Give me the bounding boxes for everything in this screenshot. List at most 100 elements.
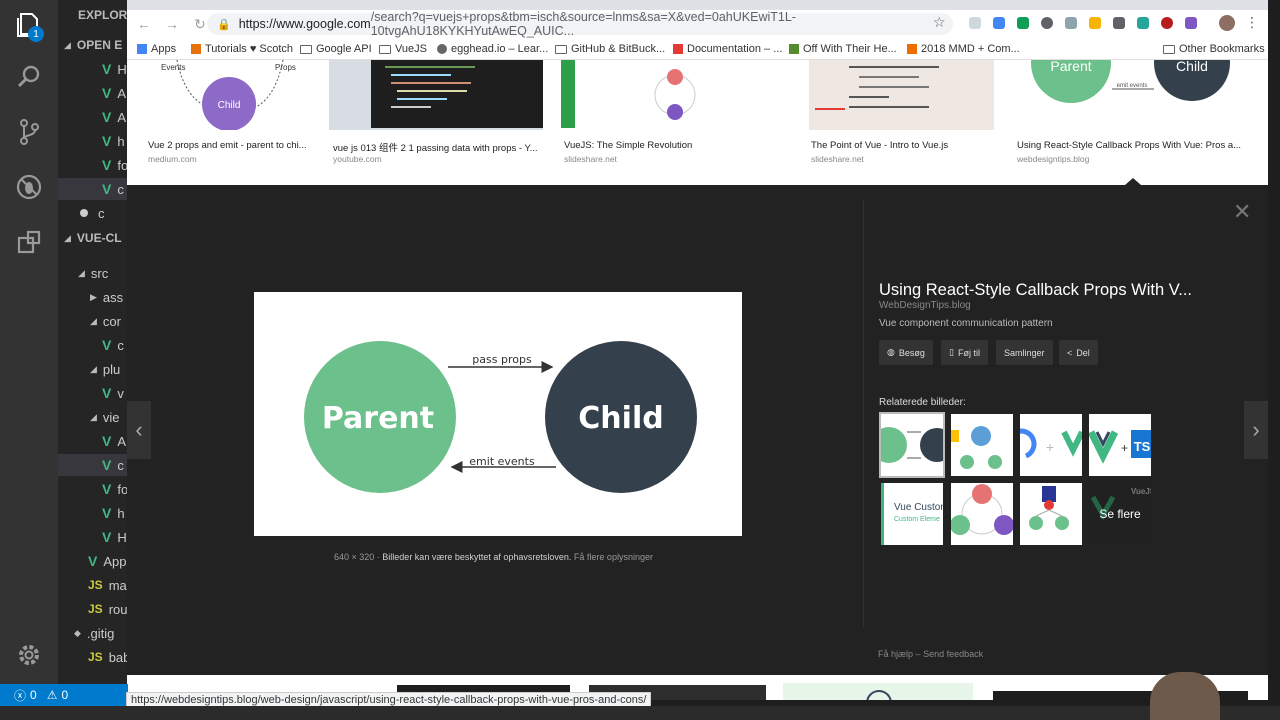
folder-icon — [1163, 44, 1175, 54]
result-source: webdesigntips.blog — [1017, 154, 1090, 164]
result-title[interactable]: Using React-Style Callback Props With Vu… — [1017, 140, 1247, 151]
collections-button[interactable]: Samlinger — [996, 340, 1053, 365]
related-thumb[interactable]: + — [1020, 414, 1082, 476]
related-thumb[interactable] — [951, 483, 1013, 545]
other-bookmarks[interactable]: Other Bookmarks — [1163, 41, 1265, 57]
next-image-arrow-icon[interactable]: › — [1244, 401, 1268, 459]
file-tree-item[interactable]: VH — [58, 526, 128, 548]
help-link[interactable]: Få hjælp — [878, 649, 913, 659]
result-thumbnail[interactable]: Parent Child emit events — [1014, 60, 1249, 130]
profile-avatar[interactable] — [1219, 15, 1235, 31]
menu-dots-icon[interactable]: ⋮ — [1245, 14, 1259, 31]
folder-icon — [555, 44, 567, 54]
address-bar[interactable]: 🔒 https://www.google.com/search?q=vuejs+… — [207, 10, 953, 38]
visit-button[interactable]: ◍ Besøg — [879, 340, 933, 365]
settings-gear-icon[interactable] — [16, 642, 42, 668]
related-thumb[interactable] — [951, 414, 1013, 476]
result-title[interactable]: VueJS: The Simple Revolution — [564, 140, 789, 151]
file-tree-item[interactable]: ◢ src — [58, 262, 128, 284]
file-tree-item[interactable]: Vc — [58, 334, 128, 356]
file-tree-item[interactable]: ◢ vie — [58, 406, 128, 428]
result-title[interactable]: The Point of Vue - Intro to Vue.js — [811, 140, 996, 151]
file-tree-item[interactable]: Vh — [58, 502, 128, 524]
extension-icon[interactable] — [1161, 17, 1173, 29]
vue-file-icon: V — [102, 457, 112, 473]
result-thumbnail[interactable] — [783, 683, 973, 700]
result-thumbnail[interactable]: Child Events Props — [145, 60, 312, 130]
result-thumbnail[interactable] — [561, 60, 789, 130]
extensions-icon[interactable] — [14, 227, 44, 257]
activity-bar: 1 — [0, 0, 58, 684]
file-tree-item[interactable]: VH — [58, 58, 128, 80]
extension-icon[interactable] — [1137, 17, 1149, 29]
bookmark-item[interactable]: Documentation – ... — [673, 41, 782, 57]
bookmark-folder[interactable]: GitHub & BitBuck... — [555, 41, 665, 57]
bookmark-item[interactable]: Off With Their He... — [789, 41, 897, 57]
extension-icon[interactable] — [1089, 17, 1101, 29]
error-icon[interactable]: ⓧ — [14, 687, 26, 704]
file-tree-item[interactable]: c — [58, 202, 128, 224]
debug-icon[interactable] — [14, 172, 44, 202]
bookmark-item[interactable]: egghead.io – Lear... — [437, 41, 548, 57]
file-tree-item[interactable]: ◢ plu — [58, 358, 128, 380]
result-thumbnail[interactable] — [329, 60, 543, 130]
extension-icon[interactable] — [1113, 17, 1125, 29]
file-tree-item[interactable]: VA — [58, 430, 128, 452]
result-title[interactable]: Vue 2 props and emit - parent to chi... — [148, 140, 313, 151]
file-tree-item[interactable]: JS ma — [58, 574, 128, 596]
vue-file-icon: V — [102, 505, 112, 521]
learn-more-link[interactable]: Få flere oplysninger — [574, 552, 653, 562]
file-tree-item[interactable]: VA — [58, 82, 128, 104]
open-editors-header[interactable]: ◢ OPEN E — [64, 34, 128, 56]
extension-icon[interactable] — [1065, 17, 1077, 29]
bookmark-item[interactable]: 2018 MMD + Com... — [907, 41, 1020, 57]
preview-title[interactable]: Using React-Style Callback Props With V.… — [879, 281, 1192, 300]
search-icon[interactable] — [14, 62, 44, 92]
warning-count[interactable]: 0 — [61, 688, 68, 702]
file-tree-item[interactable]: Vh — [58, 130, 128, 152]
bookmark-star-icon[interactable]: ☆ — [933, 14, 946, 31]
close-icon[interactable]: ✕ — [1233, 199, 1251, 225]
bookmark-folder[interactable]: Google API — [300, 41, 372, 57]
share-button[interactable]: < Del — [1059, 340, 1098, 365]
source-control-icon[interactable] — [14, 117, 44, 147]
bookmark-item[interactable]: Tutorials ♥ Scotch — [191, 41, 293, 57]
file-tree-item[interactable]: ◢ cor — [58, 310, 128, 332]
related-thumb-see-more[interactable]: VueJS Se flere — [1089, 483, 1151, 545]
error-count[interactable]: 0 — [30, 688, 37, 702]
save-button[interactable]: ▯ Føj til — [941, 340, 988, 365]
related-thumb[interactable]: + TS — [1089, 414, 1151, 476]
related-thumb[interactable] — [1020, 483, 1082, 545]
file-tree-item[interactable]: ▶ ass — [58, 286, 128, 308]
file-tree-item[interactable]: JS rou — [58, 598, 128, 620]
bookmark-apps[interactable]: Apps — [137, 41, 176, 57]
file-tree-item[interactable]: Vc — [58, 454, 128, 476]
bookmark-folder[interactable]: VueJS — [379, 41, 427, 57]
vue-file-icon: V — [102, 337, 112, 353]
preview-image[interactable]: Parent Child pass props emit events — [254, 292, 742, 536]
result-thumbnail[interactable] — [809, 60, 994, 130]
file-tree-item[interactable]: JS babe — [58, 646, 128, 668]
prev-image-arrow-icon[interactable]: ‹ — [127, 401, 151, 459]
related-thumb[interactable] — [879, 412, 945, 478]
extension-icon[interactable] — [1185, 17, 1197, 29]
file-tree-item[interactable]: VA — [58, 106, 128, 128]
file-tree-item[interactable]: ◆ .gitig — [58, 622, 128, 644]
back-arrow-icon[interactable]: ← — [133, 13, 155, 35]
file-tree-item[interactable]: Vc — [58, 178, 128, 200]
warning-icon[interactable]: ⚠ — [47, 688, 58, 702]
file-tree-item[interactable]: V App — [58, 550, 128, 572]
extension-icon[interactable] — [969, 17, 981, 29]
extension-icon[interactable] — [993, 17, 1005, 29]
extension-icon[interactable] — [1017, 17, 1029, 29]
preview-site[interactable]: WebDesignTips.blog — [879, 300, 971, 311]
file-tree-item[interactable]: Vv — [58, 382, 128, 404]
file-tree-item[interactable]: Vfo — [58, 478, 128, 500]
file-tree-item[interactable]: Vfo — [58, 154, 128, 176]
project-header[interactable]: ◢ VUE-CL — [64, 227, 128, 249]
related-thumb[interactable]: Vue Custom Custom Eleme — [881, 483, 943, 545]
forward-arrow-icon[interactable]: → — [161, 13, 183, 35]
extension-icon[interactable] — [1041, 17, 1053, 29]
send-feedback-link[interactable]: Send feedback — [923, 649, 983, 659]
result-title[interactable]: vue js 013 组件 2 1 passing data with prop… — [333, 140, 543, 154]
